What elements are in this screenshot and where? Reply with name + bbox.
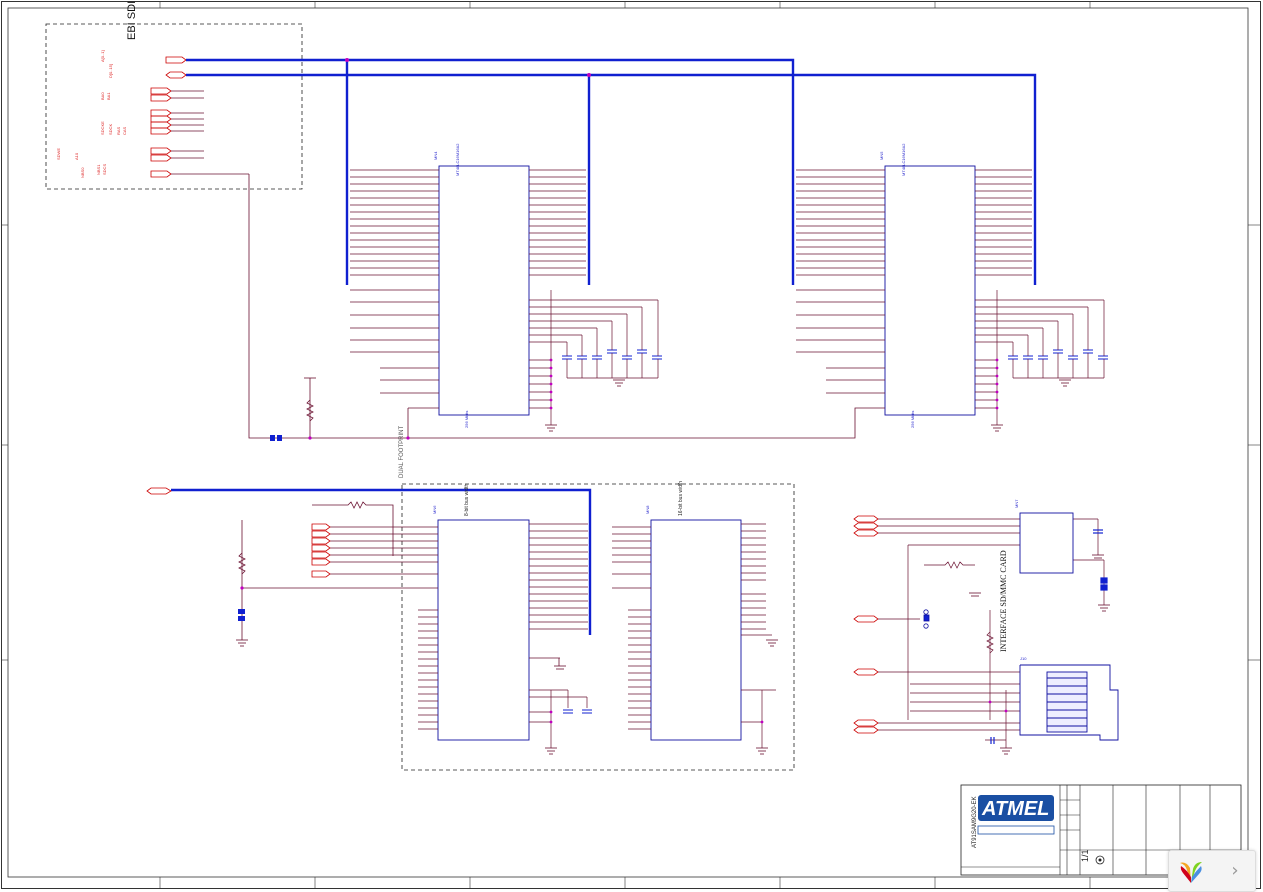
board-name: AT91SAM9G20-EK	[972, 796, 978, 848]
sdram-1-ref: MN4	[433, 151, 438, 160]
ebi-signal-label: BA0	[100, 92, 105, 100]
nand-1-bus-label: 8-bit bus width	[464, 484, 470, 516]
nand-flash-2: MN8 16-bit bus width	[612, 481, 778, 755]
nand-2-body	[650, 519, 742, 741]
ebi-dashed-group	[45, 23, 303, 190]
card-interface-label: INTERFACE SD/MMC CARD	[999, 550, 1008, 652]
sdram-1-right-pins	[529, 169, 658, 425]
sdram-2-part: MT48LC16M16A2	[901, 143, 906, 176]
ebi-port-wires	[171, 90, 249, 175]
ebi-signal-label: A[0..1]	[100, 50, 105, 62]
sdram-2-cap-wires	[1012, 300, 1105, 379]
ebi-signal-label: SDCKE	[100, 121, 105, 135]
ebi-signal-label: NBS0	[80, 167, 85, 178]
ground-symbol	[756, 639, 778, 755]
nand-2-pins-right	[741, 523, 776, 748]
sdram-2-body	[884, 165, 976, 416]
ebi-signal-label: RAS	[116, 126, 121, 135]
sdram-1-left-pins	[350, 169, 439, 394]
nand-2-ref: MN8	[645, 505, 650, 514]
schematic-sheet: EBI SDI A[0..1] D[0..15] BA0 BA1 SDCKE S…	[1, 1, 1261, 889]
nand-1-caps	[563, 709, 592, 714]
sheet-inner-border	[7, 7, 1249, 878]
sdram-1-part: MT48LC16M16A2	[455, 143, 460, 176]
ebi-group-label: EBI SDI	[126, 1, 138, 40]
sheet-number: 1/1	[1080, 849, 1090, 862]
sdram-2-ref: MN5	[879, 151, 884, 160]
nand-1-pins-right	[529, 523, 588, 748]
nand-2-pins-left	[612, 526, 651, 730]
ebi-signal-label: CAS	[122, 126, 127, 135]
ebi-signal-label: A10	[74, 152, 79, 160]
dual-footprint-label: DUAL FOOTPRINT	[399, 426, 405, 478]
sd-mmc-section: MN7 J10 INTERFACE SD/MMC CARD	[853, 499, 1119, 755]
sheet-border	[1, 1, 1261, 889]
sdram-1: MN4 MT48LC16M16A2 256 Mbits	[350, 143, 662, 432]
ebi-signal-label: SDWE	[56, 148, 61, 160]
ground-symbol	[545, 379, 625, 432]
viewer-toolbar: ›	[1168, 850, 1256, 892]
sdram-1-body	[438, 165, 530, 416]
ebi-signal-label: BA1	[106, 92, 111, 100]
nand-1-pins-left	[242, 526, 438, 730]
nand-1-body	[437, 519, 530, 741]
ebi-signal-labels: A[0..1] D[0..15] BA0 BA1 SDCKE SDCK RAS …	[56, 50, 127, 178]
ebi-signal-label: SDCS	[102, 164, 107, 175]
sdram-control-wires	[248, 174, 885, 439]
ground-symbol	[236, 639, 248, 647]
nand-dashed-group	[401, 483, 795, 771]
sdram-1-size: 256 Mbits	[464, 411, 469, 428]
sd-mmc-ic-body	[1019, 512, 1074, 574]
ebi-signal-label: D[0..15]	[108, 64, 113, 78]
sdram-2-right-pins	[975, 169, 1104, 425]
nand-2-bus-label: 16-bit bus width	[678, 481, 684, 516]
nand-flash-1: MN6 8-bit bus width	[242, 484, 592, 755]
ground-symbol	[545, 658, 566, 755]
card-socket-ref: J10	[1020, 656, 1027, 661]
ebi-ports	[150, 56, 187, 178]
sd-cd-switch	[923, 609, 930, 629]
ebi-signal-label: SDCK	[108, 124, 113, 135]
card-socket	[1019, 664, 1119, 741]
sdram-1-cap-wires	[566, 300, 659, 379]
sd-mmc-ic-ref: MN7	[1014, 499, 1019, 508]
next-page-button[interactable]: ›	[1221, 857, 1249, 885]
sd-ports	[853, 515, 879, 734]
nand-wp-jumper	[238, 609, 245, 621]
nand-control-ports	[146, 487, 331, 578]
sdram-2: MN5 MT48LC16M16A2 256 Mbits	[796, 143, 1108, 432]
nand-1-ref: MN6	[432, 505, 437, 514]
atmel-logo: ATMEL	[977, 795, 1055, 835]
ground-symbol	[991, 379, 1071, 432]
sdram-2-left-pins	[796, 169, 885, 394]
viewer-logo-icon[interactable]	[1177, 857, 1205, 885]
ebi-signal-label: NBS1	[96, 164, 101, 175]
sdram-2-size: 256 Mbits	[910, 411, 915, 428]
atmel-logo-text: ATMEL	[981, 798, 1049, 820]
frame-ticks	[1, 1, 1261, 889]
